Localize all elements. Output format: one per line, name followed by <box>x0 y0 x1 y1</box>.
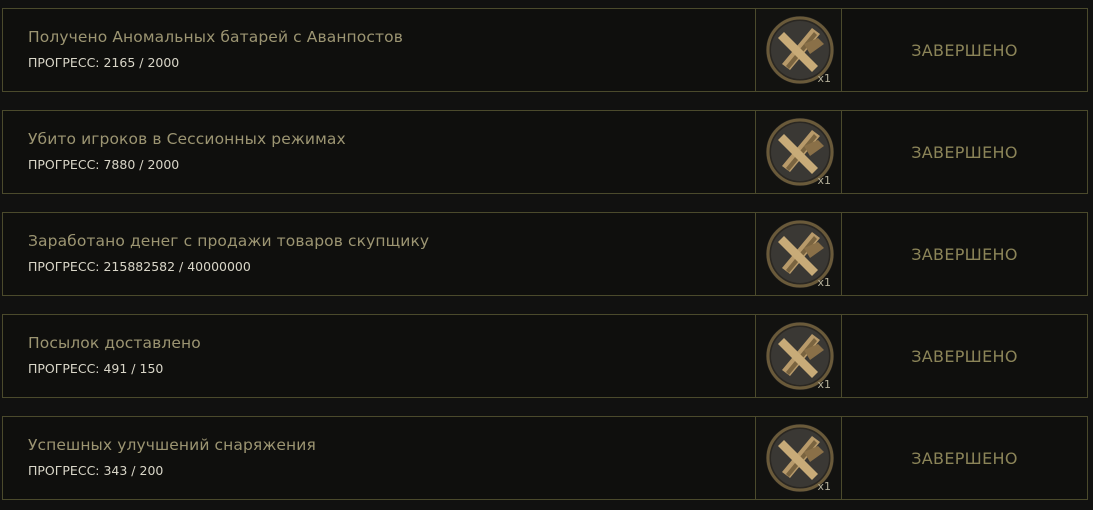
achievement-info: Получено Аномальных батарей с Аванпостов… <box>3 9 755 91</box>
reward-quantity: x1 <box>817 480 831 493</box>
status-label: ЗАВЕРШЕНО <box>911 142 1018 162</box>
reward-quantity: x1 <box>817 378 831 391</box>
reward-slot[interactable]: x1 <box>755 315 842 397</box>
reward-slot[interactable]: x1 <box>755 417 842 499</box>
achievement-title: Получено Аномальных батарей с Аванпостов <box>28 28 403 46</box>
reward-quantity: x1 <box>817 276 831 289</box>
achievement-info: Успешных улучшений снаряжения ПРОГРЕСС: … <box>3 417 755 499</box>
achievement-progress: ПРОГРЕСС: 491 / 150 <box>28 361 164 376</box>
reward-slot[interactable]: x1 <box>755 9 842 91</box>
achievement-list: Получено Аномальных батарей с Аванпостов… <box>0 0 1093 510</box>
achievement-progress: ПРОГРЕСС: 7880 / 2000 <box>28 157 180 172</box>
achievement-info: Заработано денег с продажи товаров скупщ… <box>3 213 755 295</box>
status-label: ЗАВЕРШЕНО <box>911 40 1018 60</box>
status-label: ЗАВЕРШЕНО <box>911 244 1018 264</box>
achievement-title: Успешных улучшений снаряжения <box>28 436 316 454</box>
achievement-row[interactable]: Заработано денег с продажи товаров скупщ… <box>2 212 1088 296</box>
reward-quantity: x1 <box>817 72 831 85</box>
achievement-title: Заработано денег с продажи товаров скупщ… <box>28 232 430 250</box>
reward-slot[interactable]: x1 <box>755 111 842 193</box>
achievement-info: Убито игроков в Сессионных режимах ПРОГР… <box>3 111 755 193</box>
reward-slot[interactable]: x1 <box>755 213 842 295</box>
achievement-row[interactable]: Посылок доставлено ПРОГРЕСС: 491 / 150 x… <box>2 314 1088 398</box>
achievement-title: Посылок доставлено <box>28 334 201 352</box>
achievement-row[interactable]: Получено Аномальных батарей с Аванпостов… <box>2 8 1088 92</box>
achievement-info: Посылок доставлено ПРОГРЕСС: 491 / 150 <box>3 315 755 397</box>
status-label: ЗАВЕРШЕНО <box>911 448 1018 468</box>
achievement-progress: ПРОГРЕСС: 215882582 / 40000000 <box>28 259 251 274</box>
achievement-progress: ПРОГРЕСС: 2165 / 2000 <box>28 55 180 70</box>
reward-quantity: x1 <box>817 174 831 187</box>
achievement-title: Убито игроков в Сессионных режимах <box>28 130 346 148</box>
achievement-row[interactable]: Успешных улучшений снаряжения ПРОГРЕСС: … <box>2 416 1088 500</box>
achievement-progress: ПРОГРЕСС: 343 / 200 <box>28 463 164 478</box>
status-label: ЗАВЕРШЕНО <box>911 346 1018 366</box>
achievement-row[interactable]: Убито игроков в Сессионных режимах ПРОГР… <box>2 110 1088 194</box>
